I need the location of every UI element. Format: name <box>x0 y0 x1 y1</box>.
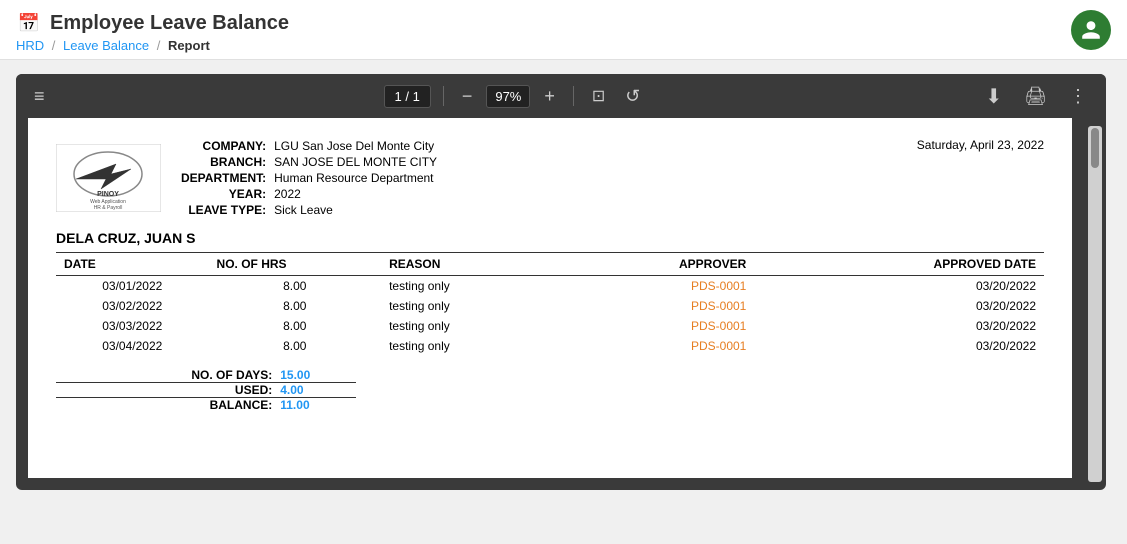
department-value: Human Resource Department <box>270 170 441 186</box>
used-value: 4.00 <box>280 383 356 398</box>
more-options-button[interactable]: ⋮ <box>1063 82 1094 111</box>
company-logo: PINOY Web Application HR & Payroll <box>56 144 161 212</box>
cell-approved-date: 03/20/2022 <box>806 276 1044 297</box>
leave-type-label: LEAVE TYPE: <box>177 202 270 218</box>
breadcrumb-current: Report <box>168 38 210 53</box>
svg-text:HR & Payroll: HR & Payroll <box>94 205 123 211</box>
hamburger-menu-button[interactable]: ≡ <box>28 82 51 111</box>
cell-approved-date: 03/20/2022 <box>806 316 1044 336</box>
zoom-out-button[interactable]: − <box>456 82 479 111</box>
table-row: 03/02/2022 8.00 testing only PDS-0001 03… <box>56 296 1044 316</box>
employee-name: DELA CRUZ, JUAN S <box>56 230 1044 246</box>
leave-table: DATE NO. OF HRS REASON APPROVER APPROVED… <box>56 252 1044 356</box>
department-label: DEPARTMENT: <box>177 170 270 186</box>
cell-date: 03/04/2022 <box>56 336 209 356</box>
toolbar-divider <box>443 86 444 106</box>
page-total: 1 <box>413 89 420 104</box>
fit-page-button[interactable]: ⊡ <box>586 82 611 110</box>
toolbar-divider2 <box>573 86 574 106</box>
print-button[interactable]: 🖨 <box>1018 82 1053 111</box>
report-logo-area: PINOY Web Application HR & Payroll COMPA… <box>56 138 441 218</box>
pdf-scrollbar-thumb[interactable] <box>1091 128 1099 168</box>
col-approved-date: APPROVED DATE <box>806 253 1044 276</box>
col-hrs: NO. OF HRS <box>209 253 382 276</box>
col-reason: REASON <box>381 253 535 276</box>
company-value: LGU San Jose Del Monte City <box>270 138 441 154</box>
col-date: DATE <box>56 253 209 276</box>
cell-approved-date: 03/20/2022 <box>806 296 1044 316</box>
leave-type-value: Sick Leave <box>270 202 441 218</box>
balance-value: 11.00 <box>280 398 356 413</box>
cell-reason: testing only <box>381 296 535 316</box>
branch-label: BRANCH: <box>177 154 270 170</box>
cell-hrs: 8.00 <box>209 316 382 336</box>
cell-hrs: 8.00 <box>209 276 382 297</box>
page-current: 1 <box>395 89 402 104</box>
no-of-days-label: NO. OF DAYS: <box>56 368 280 383</box>
pdf-scrollbar[interactable] <box>1088 126 1102 482</box>
pdf-viewer: ≡ 1 / 1 − 97% + ⊡ ↺ ⬇ 🖨 ⋮ <box>16 74 1106 490</box>
cell-approver: PDS-0001 <box>535 336 806 356</box>
used-label: USED: <box>56 383 280 398</box>
breadcrumb: HRD / Leave Balance / Report <box>16 38 1111 53</box>
app-header: 📅 Employee Leave Balance HRD / Leave Bal… <box>0 0 1127 60</box>
summary-table: NO. OF DAYS: 15.00 USED: 4.00 BALANCE: 1… <box>56 368 356 412</box>
calendar-icon: 📅 <box>16 10 42 36</box>
breadcrumb-hrd[interactable]: HRD <box>16 38 44 53</box>
report-header: PINOY Web Application HR & Payroll COMPA… <box>56 138 1044 218</box>
year-label: YEAR: <box>177 186 270 202</box>
branch-value: SAN JOSE DEL MONTE CITY <box>270 154 441 170</box>
cell-date: 03/03/2022 <box>56 316 209 336</box>
no-of-days-value: 15.00 <box>280 368 356 383</box>
report-info: COMPANY: LGU San Jose Del Monte City BRA… <box>177 138 441 218</box>
company-label: COMPANY: <box>177 138 270 154</box>
zoom-indicator: 97% <box>486 85 530 108</box>
cell-approved-date: 03/20/2022 <box>806 336 1044 356</box>
pdf-scroll-area: PINOY Web Application HR & Payroll COMPA… <box>16 118 1106 490</box>
table-row: 03/04/2022 8.00 testing only PDS-0001 03… <box>56 336 1044 356</box>
cell-approver: PDS-0001 <box>535 316 806 336</box>
avatar-button[interactable] <box>1071 10 1111 50</box>
rotate-button[interactable]: ↺ <box>619 82 646 111</box>
svg-text:PINOY: PINOY <box>97 191 119 198</box>
cell-reason: testing only <box>381 316 535 336</box>
cell-approver: PDS-0001 <box>535 276 806 297</box>
cell-approver: PDS-0001 <box>535 296 806 316</box>
download-button[interactable]: ⬇ <box>979 80 1008 113</box>
balance-label: BALANCE: <box>56 398 280 413</box>
zoom-in-button[interactable]: + <box>538 82 561 111</box>
cell-reason: testing only <box>381 276 535 297</box>
cell-date: 03/02/2022 <box>56 296 209 316</box>
breadcrumb-leave-balance[interactable]: Leave Balance <box>63 38 149 53</box>
cell-reason: testing only <box>381 336 535 356</box>
cell-date: 03/01/2022 <box>56 276 209 297</box>
col-approver: APPROVER <box>535 253 806 276</box>
main-content: ≡ 1 / 1 − 97% + ⊡ ↺ ⬇ 🖨 ⋮ <box>0 60 1127 504</box>
report-date: Saturday, April 23, 2022 <box>917 138 1044 152</box>
table-row: 03/01/2022 8.00 testing only PDS-0001 03… <box>56 276 1044 297</box>
year-value: 2022 <box>270 186 441 202</box>
pdf-toolbar: ≡ 1 / 1 − 97% + ⊡ ↺ ⬇ 🖨 ⋮ <box>16 74 1106 118</box>
pdf-page: PINOY Web Application HR & Payroll COMPA… <box>28 118 1072 478</box>
cell-hrs: 8.00 <box>209 296 382 316</box>
cell-hrs: 8.00 <box>209 336 382 356</box>
page-title: 📅 Employee Leave Balance <box>16 10 1111 36</box>
table-row: 03/03/2022 8.00 testing only PDS-0001 03… <box>56 316 1044 336</box>
person-icon <box>1080 19 1102 41</box>
page-indicator: 1 / 1 <box>384 85 431 108</box>
